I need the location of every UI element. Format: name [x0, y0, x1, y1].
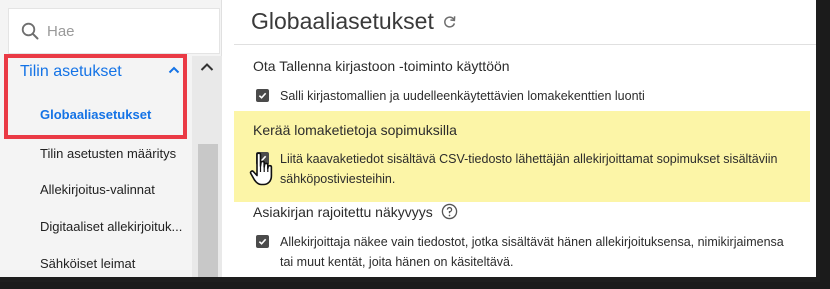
checkbox-row-library-templates[interactable]: Salli kirjastomallien ja uudelleenkäytet…: [256, 86, 645, 106]
page-title: Globaaliasetukset: [251, 8, 457, 35]
checkmark-icon: [258, 92, 267, 99]
checkbox-row-form-data-csv[interactable]: Liitä kaavaketiedot sisältävä CSV-tiedos…: [256, 149, 777, 189]
section-title-collect-form-data: Kerää lomaketietoja sopimuksilla: [253, 122, 457, 138]
main-panel: Globaaliasetukset Ota Tallenna kirjastoo…: [234, 0, 816, 277]
sidebar-item-electronic-seals[interactable]: Sähköiset leimat: [40, 256, 135, 271]
scroll-up-icon[interactable]: [200, 62, 214, 72]
help-icon[interactable]: [441, 203, 458, 220]
section-title-save-to-library: Ota Tallenna kirjastoon -toiminto käyttö…: [253, 58, 510, 74]
sidebar: Hae Tilin asetukset Globaaliasetukset Ti…: [0, 0, 222, 277]
sidebar-item-account-setup[interactable]: Tilin asetusten määritys: [40, 146, 176, 161]
checkbox-label-line-1: Allekirjoittaja näkee vain tiedostot, jo…: [280, 235, 784, 249]
hand-cursor-icon: [249, 152, 273, 186]
search-input[interactable]: Hae: [8, 8, 220, 54]
search-icon: [21, 22, 39, 40]
search-placeholder: Hae: [47, 22, 75, 40]
checkmark-icon: [258, 238, 267, 245]
callout-highlight: [4, 54, 187, 139]
checkbox-label: Allekirjoittaja näkee vain tiedostot, jo…: [280, 232, 784, 272]
checkbox-label-line-1: Liitä kaavaketiedot sisältävä CSV-tiedos…: [280, 152, 778, 166]
checkbox-label-line-2: tai muut kentät, joita hänen on käsitelt…: [280, 255, 514, 269]
section-title-restricted-visibility: Asiakirjan rajoitettu näkyvyys: [253, 203, 458, 220]
page-title-text: Globaaliasetukset: [251, 8, 434, 34]
section-title-text: Asiakirjan rajoitettu näkyvyys: [253, 203, 433, 220]
sidebar-scrollbar[interactable]: [192, 56, 222, 277]
scrollbar-thumb[interactable]: [198, 144, 218, 277]
sidebar-item-signature-preferences[interactable]: Allekirjoitus-valinnat: [40, 182, 155, 197]
checkbox-label: Liitä kaavaketiedot sisältävä CSV-tiedos…: [280, 149, 777, 189]
app-window: Hae Tilin asetukset Globaaliasetukset Ti…: [0, 0, 820, 282]
checkbox-library-templates[interactable]: [256, 89, 269, 102]
refresh-icon[interactable]: [442, 14, 457, 29]
checkbox-row-restricted-visibility[interactable]: Allekirjoittaja näkee vain tiedostot, jo…: [256, 232, 784, 272]
checkbox-label-line-2: sähköpostiviesteihin.: [280, 172, 396, 186]
checkbox-restricted-visibility[interactable]: [256, 235, 269, 248]
title-divider: [234, 44, 816, 45]
sidebar-item-digital-signatures[interactable]: Digitaaliset allekirjoituk...: [40, 219, 182, 234]
checkbox-label: Salli kirjastomallien ja uudelleenkäytet…: [280, 89, 645, 103]
